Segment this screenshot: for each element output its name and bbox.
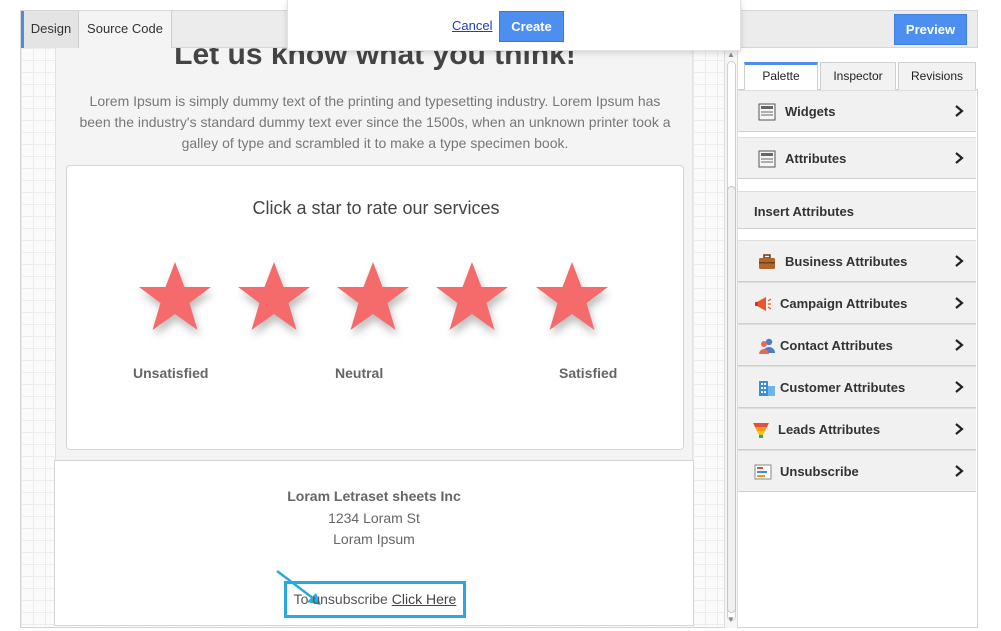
- app-root: Design Source Code Preview Cancel Create…: [0, 0, 1001, 631]
- unsubscribe-link[interactable]: Click Here: [392, 591, 457, 607]
- attr-campaign[interactable]: Campaign Attributes: [738, 282, 976, 324]
- widgets-icon: [758, 103, 776, 121]
- section-attributes-label: Attributes: [785, 151, 847, 166]
- funnel-icon: [753, 423, 769, 438]
- insert-attributes-label: Insert Attributes: [754, 204, 854, 219]
- star-1-icon[interactable]: [135, 258, 215, 338]
- megaphone-icon: [755, 297, 772, 311]
- chevron-right-icon: [955, 255, 964, 267]
- scroll-down-icon[interactable]: ▼: [727, 615, 735, 624]
- address-line-2: Loram Ipsum: [333, 531, 415, 547]
- scroll-thumb[interactable]: [727, 186, 736, 613]
- star-3-icon[interactable]: [333, 258, 413, 338]
- company-name: Loram Letraset sheets Inc: [287, 488, 461, 504]
- unsubscribe-text: To unsubscribe: [293, 591, 388, 607]
- tab-revisions[interactable]: Revisions: [898, 62, 976, 90]
- hero-section[interactable]: Let us know what you think! Lorem Ipsum …: [55, 48, 693, 460]
- panel-tabs: Palette Inspector Revisions: [738, 48, 978, 91]
- chevron-right-icon: [955, 152, 964, 164]
- tab-palette[interactable]: Palette: [744, 62, 818, 91]
- attr-customer-label: Customer Attributes: [780, 380, 906, 395]
- canvas-scrollbar[interactable]: ▲ ▼: [724, 48, 738, 628]
- chevron-right-icon: [955, 297, 964, 309]
- unsubscribe-icon: [754, 464, 772, 480]
- star-2-icon[interactable]: [234, 258, 314, 338]
- rating-card: Click a star to rate our services Unsati…: [66, 165, 684, 450]
- preview-button[interactable]: Preview: [894, 14, 967, 45]
- building-icon: [759, 381, 775, 396]
- unsubscribe-highlight: To unsubscribe Click Here: [284, 581, 466, 618]
- page-title: Let us know what you think!: [174, 48, 576, 71]
- rating-label-neutral: Neutral: [335, 365, 384, 381]
- create-dialog: Cancel Create: [287, 0, 741, 51]
- attr-customer[interactable]: Customer Attributes: [738, 366, 976, 408]
- rating-label-satisfied: Satisfied: [559, 365, 618, 381]
- attr-unsubscribe-label: Unsubscribe: [780, 464, 859, 479]
- chevron-right-icon: [955, 423, 964, 435]
- insert-attributes-header: Insert Attributes: [738, 191, 976, 229]
- chevron-right-icon: [955, 339, 964, 351]
- design-canvas: Let us know what you think! Lorem Ipsum …: [20, 48, 724, 628]
- attr-campaign-label: Campaign Attributes: [780, 296, 908, 311]
- chevron-right-icon: [955, 105, 964, 117]
- star-4-icon[interactable]: [432, 258, 512, 338]
- attr-leads-label: Leads Attributes: [778, 422, 881, 437]
- cancel-link[interactable]: Cancel: [452, 18, 492, 33]
- section-widgets-label: Widgets: [785, 104, 836, 119]
- rating-prompt: Click a star to rate our services: [252, 198, 500, 218]
- palette-panel: Palette Inspector Revisions Widgets Attr…: [738, 48, 978, 628]
- section-attributes[interactable]: Attributes: [738, 137, 976, 179]
- attr-business[interactable]: Business Attributes: [738, 240, 976, 282]
- tab-source-code[interactable]: Source Code: [79, 11, 172, 48]
- rating-label-unsatisfied: Unsatisfied: [133, 365, 209, 381]
- chevron-right-icon: [955, 465, 964, 477]
- attr-leads[interactable]: Leads Attributes: [738, 408, 976, 450]
- tab-inspector[interactable]: Inspector: [820, 62, 896, 90]
- briefcase-icon: [759, 254, 775, 269]
- chevron-right-icon: [955, 381, 964, 393]
- contacts-icon: [759, 338, 775, 354]
- address-line-1: 1234 Loram St: [328, 510, 420, 526]
- hero-description: Lorem Ipsum is simply dummy text of the …: [79, 93, 671, 151]
- create-button[interactable]: Create: [499, 11, 564, 42]
- attr-contact[interactable]: Contact Attributes: [738, 324, 976, 366]
- attributes-icon: [758, 150, 776, 168]
- attr-business-label: Business Attributes: [785, 254, 908, 269]
- footer-section[interactable]: Loram Letraset sheets Inc 1234 Loram St …: [54, 460, 694, 626]
- star-5-icon[interactable]: [532, 258, 612, 338]
- scroll-up-icon[interactable]: ▲: [727, 50, 735, 59]
- attr-unsubscribe[interactable]: Unsubscribe: [738, 450, 976, 492]
- section-widgets[interactable]: Widgets: [738, 90, 976, 132]
- tab-design[interactable]: Design: [21, 11, 79, 48]
- attr-contact-label: Contact Attributes: [780, 338, 893, 353]
